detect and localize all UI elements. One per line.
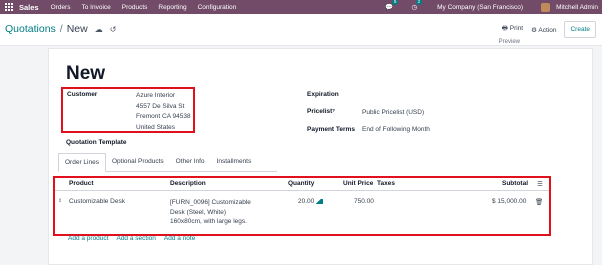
print-button[interactable]: 🖶 Print xyxy=(502,24,523,35)
menu-configuration[interactable]: Configuration xyxy=(198,4,237,11)
breadcrumb: Quotations / New ☁ ↺ xyxy=(5,23,116,35)
menu-to-invoice[interactable]: To Invoice xyxy=(81,4,110,11)
form-tabs: Order Lines Optional Products Other Info… xyxy=(58,153,277,172)
breadcrumb-quotations[interactable]: Quotations xyxy=(5,23,56,35)
row-product[interactable]: Customizable Desk xyxy=(69,198,125,205)
breadcrumb-current: New xyxy=(66,23,88,35)
header-divider xyxy=(55,190,549,191)
pricelist-label-text: Pricelist xyxy=(307,108,333,115)
form-sheet: Preview New Customer Azure Interior 4557… xyxy=(48,39,593,265)
create-button[interactable]: Create xyxy=(564,21,596,38)
trash-icon[interactable]: 🗑 xyxy=(535,198,543,206)
help-tooltip-icon[interactable]: ? xyxy=(332,108,335,113)
messages-button[interactable]: 💬 5 xyxy=(385,0,399,11)
customer-label: Customer xyxy=(67,91,98,98)
quotation-template-label: Quotation Template xyxy=(66,139,127,146)
column-header-taxes[interactable]: Taxes xyxy=(377,180,395,187)
tab-installments[interactable]: Installments xyxy=(211,153,258,172)
tab-other-info[interactable]: Other Info xyxy=(170,153,211,172)
preview-button[interactable]: Preview xyxy=(496,39,522,45)
grid-icon[interactable] xyxy=(5,3,13,11)
undo-icon[interactable]: ↺ xyxy=(110,25,117,34)
pricelist-label: Pricelist? xyxy=(307,108,335,115)
pricelist-field[interactable]: Public Pricelist (USD) xyxy=(362,109,424,116)
activities-count-badge: 2 xyxy=(415,0,423,5)
customer-address[interactable]: Azure Interior 4557 De Silva St Fremont … xyxy=(136,91,191,133)
column-header-unit-price[interactable]: Unit Price xyxy=(343,180,373,187)
payment-terms-field[interactable]: End of Following Month xyxy=(362,126,430,133)
add-product-link[interactable]: Add a product xyxy=(68,235,108,242)
action-button[interactable]: ⚙ Action xyxy=(531,26,556,34)
order-lines-table: Product Description Quantity Unit Price … xyxy=(53,176,551,236)
customer-country: United States xyxy=(136,123,176,131)
avatar[interactable] xyxy=(541,2,551,12)
customer-city: Fremont CA 94538 xyxy=(136,113,191,120)
column-header-subtotal[interactable]: Subtotal xyxy=(502,180,528,187)
page-title: New xyxy=(66,63,106,84)
row-description-line-3: 160x80cm, with large legs. xyxy=(170,218,247,225)
column-header-quantity[interactable]: Quantity xyxy=(288,180,314,187)
payment-terms-label: Payment Terms xyxy=(307,126,355,133)
user-menu[interactable]: Mitchell Admin xyxy=(556,4,598,11)
column-header-product[interactable]: Product xyxy=(69,180,94,187)
gear-icon: ⚙ xyxy=(531,26,537,34)
customer-highlight-box: Customer Azure Interior 4557 De Silva St… xyxy=(61,87,195,133)
expiration-label: Expiration xyxy=(307,91,339,98)
top-navbar: Sales Orders To Invoice Products Reporti… xyxy=(0,0,602,14)
add-line-actions: Add a product Add a section Add a note xyxy=(68,235,195,242)
action-label: Action xyxy=(538,26,557,34)
row-subtotal: $ 15,000.00 xyxy=(492,198,527,205)
menu-products[interactable]: Products xyxy=(122,4,148,11)
row-description[interactable]: [FURN_0096] Customizable Desk (Steel, Wh… xyxy=(170,198,251,227)
printer-icon: 🖶 xyxy=(501,25,508,32)
add-note-link[interactable]: Add a note xyxy=(164,235,195,242)
customer-street: 4557 De Silva St xyxy=(136,102,185,110)
customer-name: Azure Interior xyxy=(136,92,176,99)
add-section-link[interactable]: Add a section xyxy=(116,235,155,242)
messages-count-badge: 5 xyxy=(391,0,399,5)
column-header-description[interactable]: Description xyxy=(170,180,206,187)
tab-order-lines[interactable]: Order Lines xyxy=(58,153,106,172)
menu-reporting[interactable]: Reporting xyxy=(158,4,186,11)
drag-handle-icon[interactable]: ⇕ xyxy=(58,198,62,204)
area-chart-icon[interactable] xyxy=(316,198,324,204)
print-label: Print xyxy=(509,25,524,32)
menu-orders[interactable]: Orders xyxy=(51,4,71,11)
row-unit-price[interactable]: 750.00 xyxy=(354,198,374,205)
row-quantity-value: 20.00 xyxy=(298,198,315,205)
row-quantity[interactable]: 20.00 xyxy=(298,198,324,205)
breadcrumb-separator: / xyxy=(59,23,63,35)
company-switcher[interactable]: My Company (San Francisco) xyxy=(437,4,523,11)
cloud-upload-icon[interactable]: ☁ xyxy=(95,25,103,34)
sliders-icon[interactable]: ☰ xyxy=(537,180,543,188)
tab-optional-products[interactable]: Optional Products xyxy=(106,153,170,172)
activities-button[interactable]: ◷ 2 xyxy=(411,0,423,11)
row-description-line-2: Desk (Steel, White) xyxy=(170,208,226,216)
app-name[interactable]: Sales xyxy=(19,3,39,12)
row-description-line-1: [FURN_0096] Customizable xyxy=(170,199,251,206)
